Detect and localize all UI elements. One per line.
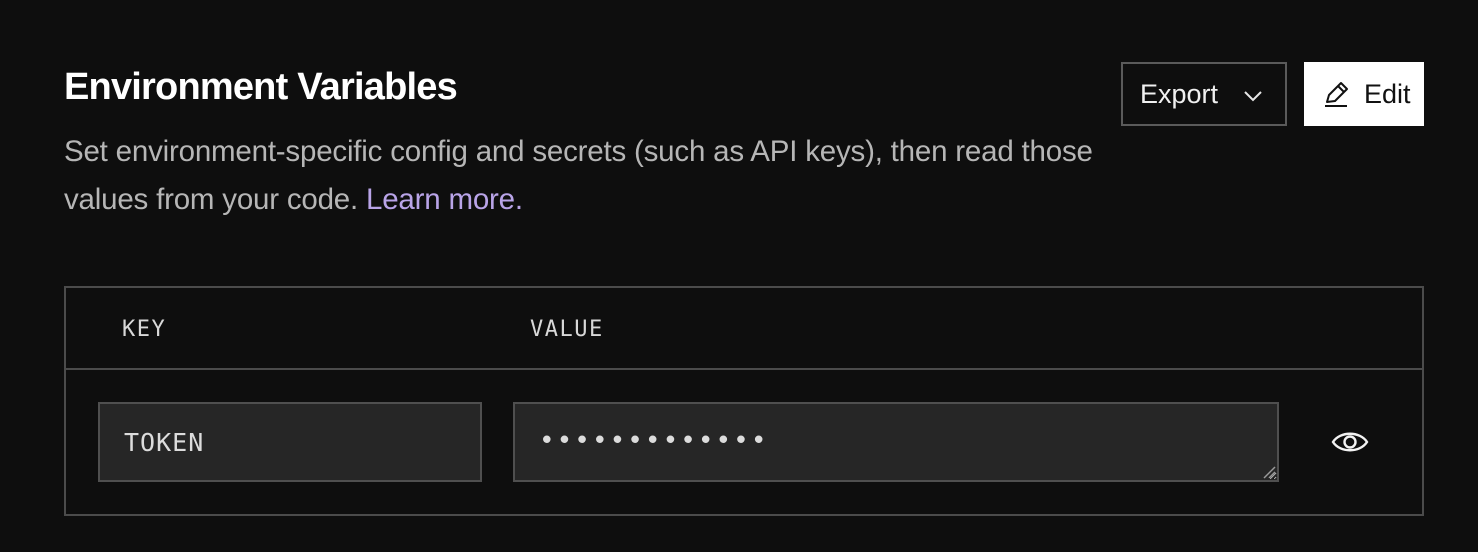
export-label: Export bbox=[1140, 78, 1219, 109]
pencil-icon bbox=[1325, 82, 1348, 107]
edit-button[interactable]: Edit bbox=[1304, 62, 1424, 126]
eye-icon[interactable] bbox=[1330, 427, 1370, 457]
page-title: Environment Variables bbox=[64, 66, 458, 108]
column-header-value: VALUE bbox=[530, 317, 604, 342]
export-dropdown-button[interactable]: Export bbox=[1121, 62, 1287, 126]
description-text: Set environment-specific config and secr… bbox=[64, 135, 1093, 216]
page-description: Set environment-specific config and secr… bbox=[64, 128, 1124, 224]
learn-more-link[interactable]: Learn more. bbox=[366, 183, 523, 216]
column-header-key: KEY bbox=[122, 317, 167, 342]
chevron-down-icon bbox=[1244, 91, 1262, 102]
value-textarea[interactable]: ••••••••••••• bbox=[513, 402, 1279, 482]
edit-label: Edit bbox=[1364, 78, 1411, 109]
key-input[interactable] bbox=[98, 402, 482, 482]
env-vars-table: KEY VALUE ••••••••••••• bbox=[64, 286, 1424, 516]
table-header: KEY VALUE bbox=[66, 288, 1422, 370]
